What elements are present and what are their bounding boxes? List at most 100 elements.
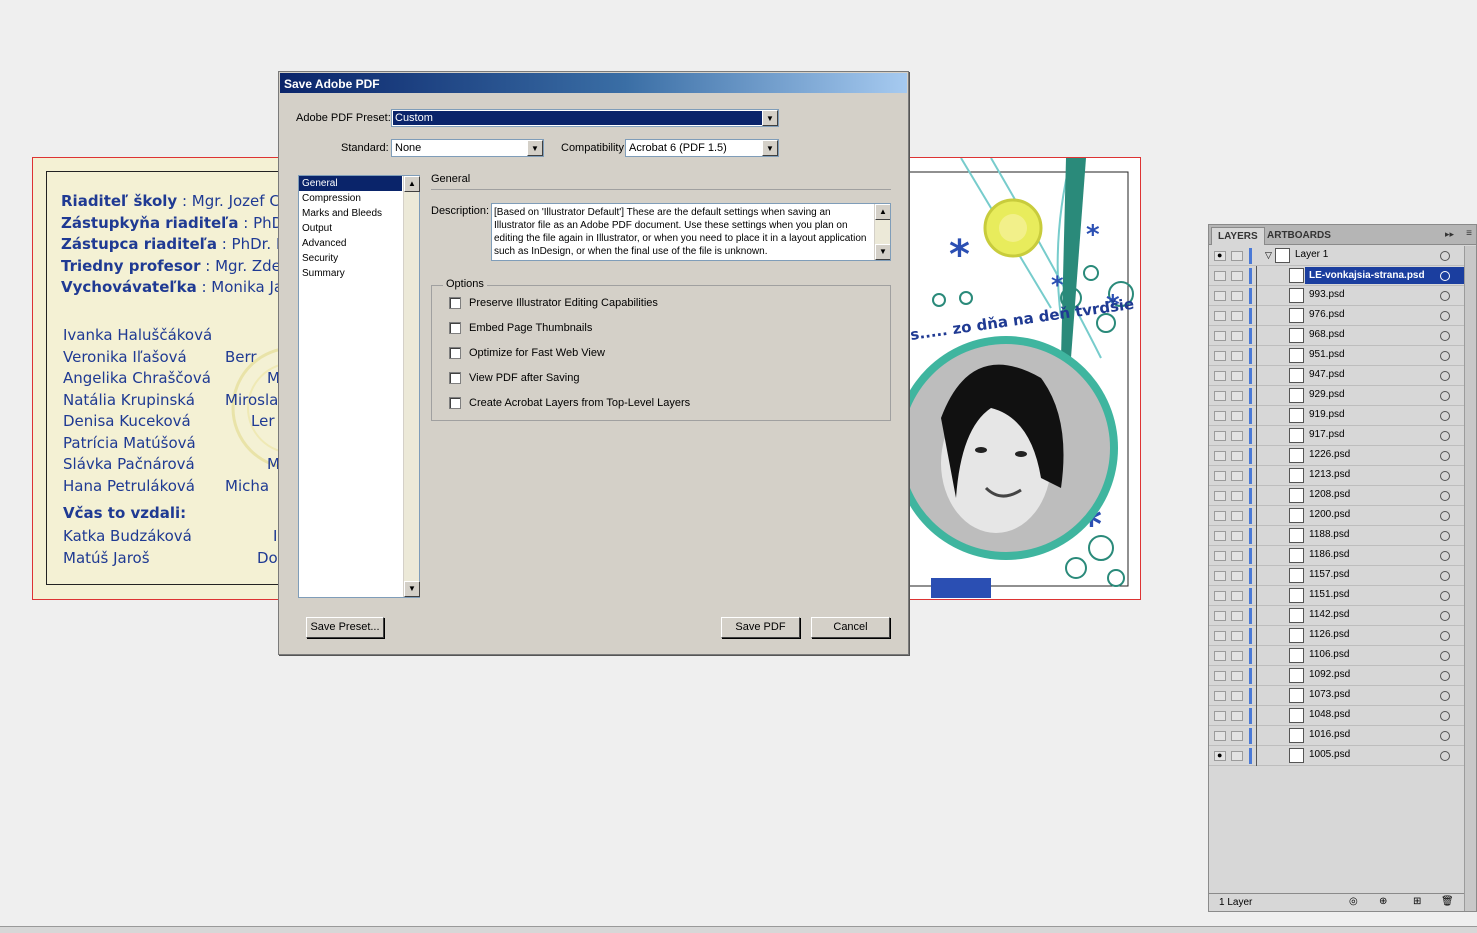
visibility-toggle[interactable] — [1214, 591, 1226, 601]
layer-item-row[interactable]: 1126.psd — [1209, 626, 1464, 646]
option-checkbox[interactable]: Create Acrobat Layers from Top-Level Lay… — [449, 397, 690, 411]
layer-item-row[interactable]: 919.psd — [1209, 406, 1464, 426]
visibility-toggle[interactable] — [1214, 311, 1226, 321]
lock-toggle[interactable] — [1231, 351, 1243, 361]
layer-item-row[interactable]: 1106.psd — [1209, 646, 1464, 666]
layer-item-row[interactable]: 1092.psd — [1209, 666, 1464, 686]
target-circle-icon[interactable] — [1440, 371, 1450, 381]
panel-menu-icon[interactable]: ≡ — [1466, 228, 1472, 239]
visibility-toggle[interactable] — [1214, 431, 1226, 441]
scroll-up-icon[interactable]: ▲ — [404, 176, 420, 192]
target-circle-icon[interactable] — [1440, 291, 1450, 301]
layer-item-row[interactable]: 1073.psd — [1209, 686, 1464, 706]
description-scrollbar[interactable]: ▲ ▼ — [874, 204, 890, 260]
scroll-down-icon[interactable]: ▼ — [875, 244, 890, 260]
lock-toggle[interactable] — [1231, 411, 1243, 421]
visibility-toggle[interactable] — [1214, 571, 1226, 581]
target-circle-icon[interactable] — [1440, 411, 1450, 421]
layer-item-row-selected[interactable]: LE-vonkajsia-strana.psd — [1209, 266, 1465, 286]
target-circle-icon[interactable] — [1440, 551, 1450, 561]
layer-item-row[interactable]: 976.psd — [1209, 306, 1464, 326]
visibility-toggle[interactable] — [1214, 691, 1226, 701]
nav-scrollbar[interactable]: ▲ ▼ — [403, 176, 420, 597]
option-checkbox[interactable]: Embed Page Thumbnails — [449, 322, 592, 336]
layer-item-row[interactable]: ● 1005.psd — [1209, 746, 1464, 766]
lock-toggle[interactable] — [1231, 391, 1243, 401]
layer-item-row[interactable]: 1048.psd — [1209, 706, 1464, 726]
nav-item-general[interactable]: General — [299, 176, 402, 191]
visibility-toggle[interactable] — [1214, 351, 1226, 361]
chevron-down-icon[interactable]: ▼ — [762, 110, 778, 126]
checkbox-icon[interactable] — [449, 372, 461, 385]
target-circle-icon[interactable] — [1440, 651, 1450, 661]
layer-item-row[interactable]: 1226.psd — [1209, 446, 1464, 466]
lock-toggle[interactable] — [1231, 291, 1243, 301]
lock-toggle[interactable] — [1231, 631, 1243, 641]
chevron-down-icon[interactable]: ▼ — [762, 140, 778, 156]
lock-toggle[interactable] — [1231, 491, 1243, 501]
visibility-toggle[interactable] — [1214, 491, 1226, 501]
lock-toggle[interactable] — [1231, 751, 1243, 761]
tab-layers[interactable]: LAYERS — [1211, 227, 1265, 245]
target-circle-icon[interactable] — [1440, 611, 1450, 621]
scroll-down-icon[interactable]: ▼ — [404, 581, 420, 597]
target-circle-icon[interactable] — [1440, 491, 1450, 501]
visibility-toggle[interactable] — [1214, 391, 1226, 401]
save-pdf-button[interactable]: Save PDF — [721, 617, 800, 638]
option-checkbox[interactable]: Preserve Illustrator Editing Capabilitie… — [449, 297, 658, 311]
layer-item-row[interactable]: 951.psd — [1209, 346, 1464, 366]
lock-toggle[interactable] — [1231, 471, 1243, 481]
visibility-toggle[interactable] — [1214, 291, 1226, 301]
layer-item-row[interactable]: 947.psd — [1209, 366, 1464, 386]
target-circle-icon[interactable] — [1440, 711, 1450, 721]
layer-item-row[interactable]: 1200.psd — [1209, 506, 1464, 526]
lock-toggle[interactable] — [1231, 251, 1243, 261]
panel-collapse-icon[interactable]: ▸▸ — [1445, 229, 1454, 240]
visibility-toggle[interactable] — [1214, 731, 1226, 741]
lock-toggle[interactable] — [1231, 671, 1243, 681]
target-circle-icon[interactable] — [1440, 671, 1450, 681]
lock-toggle[interactable] — [1231, 651, 1243, 661]
layer-item-row[interactable]: 1213.psd — [1209, 466, 1464, 486]
target-circle-icon[interactable] — [1440, 731, 1450, 741]
layer-item-row[interactable]: 1016.psd — [1209, 726, 1464, 746]
visibility-toggle[interactable] — [1214, 531, 1226, 541]
target-circle-icon[interactable] — [1440, 631, 1450, 641]
layer-item-row[interactable]: 1157.psd — [1209, 566, 1464, 586]
visibility-toggle[interactable] — [1214, 271, 1226, 281]
lock-toggle[interactable] — [1231, 431, 1243, 441]
target-circle-icon[interactable] — [1440, 531, 1450, 541]
layer-item-row[interactable]: 993.psd — [1209, 286, 1464, 306]
visibility-toggle[interactable] — [1214, 331, 1226, 341]
lock-toggle[interactable] — [1231, 731, 1243, 741]
visibility-toggle[interactable]: ● — [1214, 750, 1226, 761]
layer-item-row[interactable]: 1186.psd — [1209, 546, 1464, 566]
target-circle-icon[interactable] — [1440, 311, 1450, 321]
lock-toggle[interactable] — [1231, 371, 1243, 381]
lock-toggle[interactable] — [1231, 711, 1243, 721]
visibility-toggle[interactable] — [1214, 471, 1226, 481]
visibility-toggle[interactable] — [1214, 511, 1226, 521]
cancel-button[interactable]: Cancel — [811, 617, 890, 638]
target-circle-icon[interactable] — [1440, 451, 1450, 461]
layer-item-row[interactable]: 1142.psd — [1209, 606, 1464, 626]
new-sublayer-icon[interactable]: ⊞ — [1413, 896, 1421, 907]
visibility-toggle[interactable] — [1214, 551, 1226, 561]
layers-scrollbar[interactable] — [1464, 246, 1476, 911]
delete-layer-icon[interactable]: 🗑 — [1441, 896, 1454, 907]
checkbox-icon[interactable] — [449, 322, 461, 335]
option-checkbox[interactable]: View PDF after Saving — [449, 372, 579, 386]
layer-item-row[interactable]: 1188.psd — [1209, 526, 1464, 546]
lock-toggle[interactable] — [1231, 451, 1243, 461]
nav-item-security[interactable]: Security — [299, 251, 402, 266]
nav-item-marks-and-bleeds[interactable]: Marks and Bleeds — [299, 206, 402, 221]
checkbox-icon[interactable] — [449, 347, 461, 360]
target-circle-icon[interactable] — [1440, 331, 1450, 341]
chevron-down-icon[interactable]: ▼ — [527, 140, 543, 156]
locate-object-icon[interactable]: ◎ — [1349, 896, 1358, 907]
target-circle-icon[interactable] — [1440, 471, 1450, 481]
target-circle-icon[interactable] — [1440, 691, 1450, 701]
option-checkbox[interactable]: Optimize for Fast Web View — [449, 347, 605, 361]
layer-item-row[interactable]: 1208.psd — [1209, 486, 1464, 506]
layer-item-row[interactable]: 1151.psd — [1209, 586, 1464, 606]
